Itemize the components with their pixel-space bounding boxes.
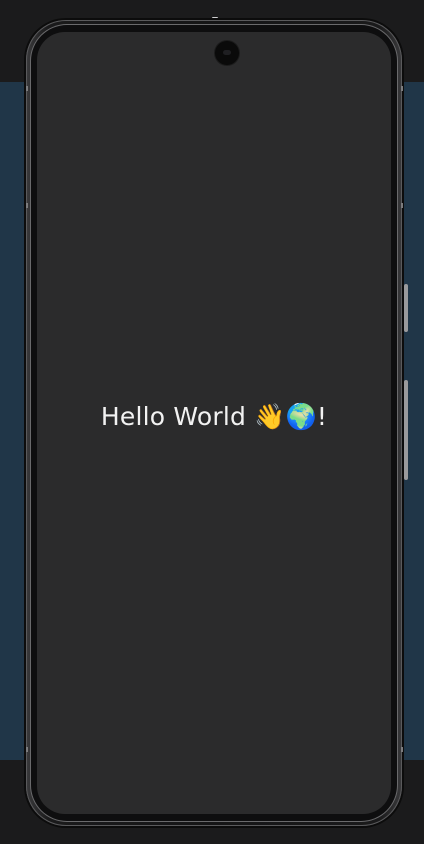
emulator-stage: Hello World 👋🌍! (0, 0, 424, 844)
antenna-band (401, 86, 403, 91)
hello-world-text: Hello World 👋🌍! (100, 402, 328, 431)
antenna-band (26, 747, 28, 752)
volume-button[interactable] (404, 380, 408, 480)
camera-lens (223, 50, 231, 55)
antenna-band (26, 86, 28, 91)
antenna-band (401, 747, 403, 752)
antenna-band (401, 203, 403, 208)
device-screen[interactable]: Hello World 👋🌍! (37, 32, 391, 814)
power-button[interactable] (404, 284, 408, 332)
front-camera-icon (215, 41, 239, 65)
antenna-band (26, 203, 28, 208)
phone-frame: Hello World 👋🌍! (26, 20, 402, 826)
